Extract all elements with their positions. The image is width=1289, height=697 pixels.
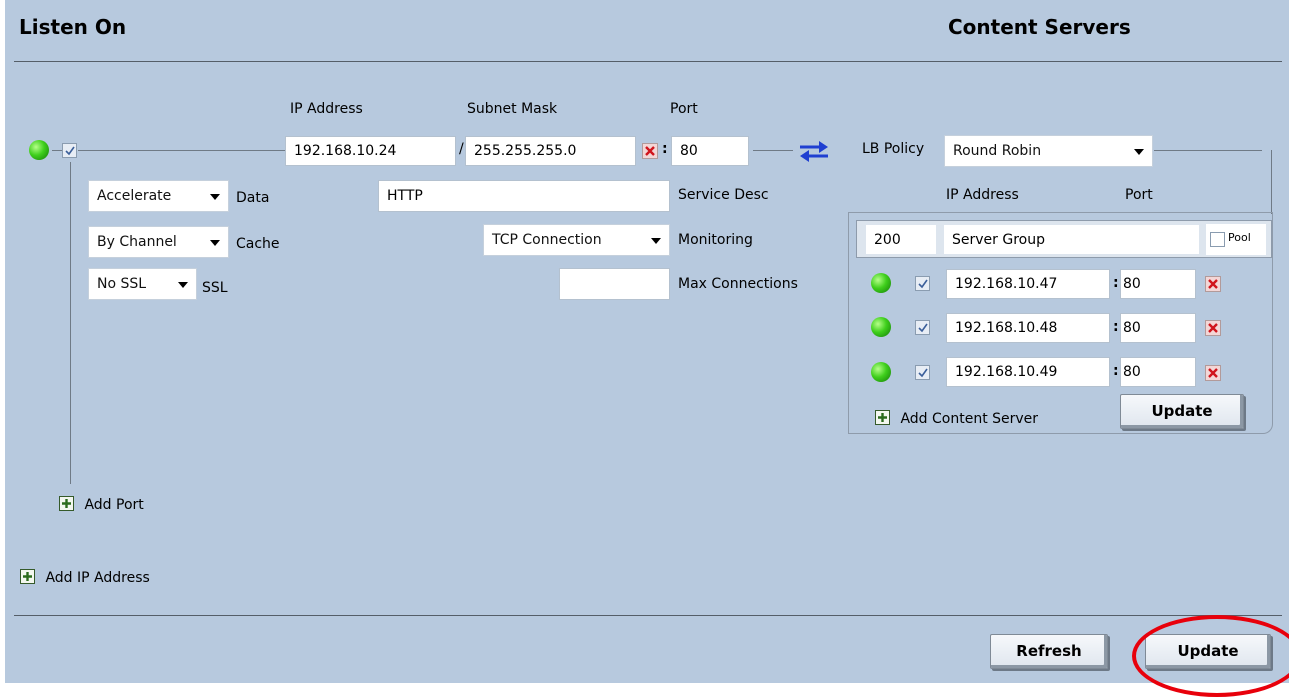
server-1-port-input[interactable] xyxy=(1120,269,1196,299)
listen-on-heading: Listen On xyxy=(19,15,127,39)
bottom-divider xyxy=(14,615,1282,616)
server-1-ip-input[interactable] xyxy=(946,269,1110,299)
ssl-mode-dropdown[interactable]: No SSL xyxy=(88,268,197,300)
server-group-id-input[interactable] xyxy=(865,224,937,255)
server-3-port-input[interactable] xyxy=(1120,357,1196,387)
ssl-label: SSL xyxy=(202,280,228,296)
led-to-checkbox-line xyxy=(52,150,62,151)
chevron-down-icon xyxy=(210,240,220,246)
ssl-mode-value: No SSL xyxy=(97,276,147,292)
plus-icon xyxy=(20,569,35,584)
server-1-enabled-checkbox[interactable] xyxy=(915,276,930,291)
server-3-remove-red-x-icon[interactable] xyxy=(1205,365,1221,381)
pool-checkbox[interactable] xyxy=(1210,232,1225,247)
remove-listen-red-x-icon[interactable] xyxy=(642,143,658,159)
virtual-service-panel: Listen On Content Servers IP Address Sub… xyxy=(5,0,1289,683)
server-2-status-led-icon xyxy=(871,317,891,337)
add-port-label: Add Port xyxy=(84,497,144,513)
content-box-right-line xyxy=(1271,150,1272,214)
chevron-down-icon xyxy=(651,238,661,244)
pool-label: Pool xyxy=(1228,231,1251,244)
bidirectional-arrows-icon xyxy=(797,139,831,163)
refresh-button[interactable]: Refresh xyxy=(990,634,1108,669)
server-3-status-led-icon xyxy=(871,362,891,382)
max-connections-label: Max Connections xyxy=(678,276,798,292)
add-content-server-link[interactable]: Add Content Server xyxy=(875,410,1038,427)
content-update-button[interactable]: Update xyxy=(1120,394,1244,429)
server-2-remove-red-x-icon[interactable] xyxy=(1205,320,1221,336)
update-button[interactable]: Update xyxy=(1145,634,1271,669)
mask-separator: / xyxy=(459,141,464,157)
server-group-name-input[interactable] xyxy=(943,224,1200,255)
listen-status-led-icon xyxy=(29,140,49,160)
server-2-ip-input[interactable] xyxy=(946,313,1110,343)
data-label: Data xyxy=(236,190,270,206)
listen-enabled-checkbox[interactable] xyxy=(62,143,77,158)
add-content-server-label: Add Content Server xyxy=(900,411,1039,427)
server-1-status-led-icon xyxy=(871,273,891,293)
add-port-link[interactable]: Add Port xyxy=(59,496,144,513)
server-ip-column-label: IP Address xyxy=(946,187,1019,203)
chevron-down-icon xyxy=(210,194,220,200)
plus-icon xyxy=(59,496,74,511)
server-3-ip-input[interactable] xyxy=(946,357,1110,387)
lb-policy-value: Round Robin xyxy=(953,143,1042,159)
service-desc-label: Service Desc xyxy=(678,187,769,203)
add-ip-address-link[interactable]: Add IP Address xyxy=(20,569,150,586)
port-column-label: Port xyxy=(670,101,698,117)
data-mode-value: Accelerate xyxy=(97,188,172,204)
subnet-mask-column-label: Subnet Mask xyxy=(467,101,558,117)
server-3-port-separator: : xyxy=(1113,363,1119,379)
monitoring-value: TCP Connection xyxy=(492,232,602,248)
chevron-down-icon xyxy=(1134,149,1144,155)
max-connections-input[interactable] xyxy=(559,268,670,300)
port-separator: : xyxy=(662,141,668,157)
lb-policy-label: LB Policy xyxy=(862,141,925,157)
content-box-top-line xyxy=(848,212,1272,213)
server-2-port-input[interactable] xyxy=(1120,313,1196,343)
ip-address-column-label: IP Address xyxy=(290,101,363,117)
data-mode-dropdown[interactable]: Accelerate xyxy=(88,180,229,212)
monitoring-dropdown[interactable]: TCP Connection xyxy=(483,224,670,256)
cache-mode-value: By Channel xyxy=(97,234,177,250)
cache-label: Cache xyxy=(236,236,280,252)
server-2-enabled-checkbox[interactable] xyxy=(915,320,930,335)
content-servers-heading: Content Servers xyxy=(948,15,1131,39)
listen-ip-address-input[interactable] xyxy=(285,136,456,166)
monitoring-label: Monitoring xyxy=(678,232,753,248)
top-divider xyxy=(14,61,1282,62)
lb-policy-line xyxy=(1154,150,1262,151)
server-3-enabled-checkbox[interactable] xyxy=(915,365,930,380)
server-port-column-label: Port xyxy=(1125,187,1153,203)
add-ip-address-label: Add IP Address xyxy=(45,570,150,586)
server-2-port-separator: : xyxy=(1113,319,1119,335)
listen-subnet-mask-input[interactable] xyxy=(465,136,636,166)
chevron-down-icon xyxy=(178,282,188,288)
server-1-port-separator: : xyxy=(1113,275,1119,291)
lb-policy-dropdown[interactable]: Round Robin xyxy=(944,135,1153,167)
listen-port-input[interactable] xyxy=(671,136,749,166)
port-to-link-line xyxy=(753,150,793,151)
plus-icon xyxy=(875,410,890,425)
listen-tree-line xyxy=(70,162,71,484)
service-desc-input[interactable] xyxy=(378,180,670,212)
server-1-remove-red-x-icon[interactable] xyxy=(1205,276,1221,292)
pool-toggle[interactable]: Pool xyxy=(1206,224,1266,255)
cache-mode-dropdown[interactable]: By Channel xyxy=(88,226,229,258)
listen-row-line xyxy=(78,150,286,151)
